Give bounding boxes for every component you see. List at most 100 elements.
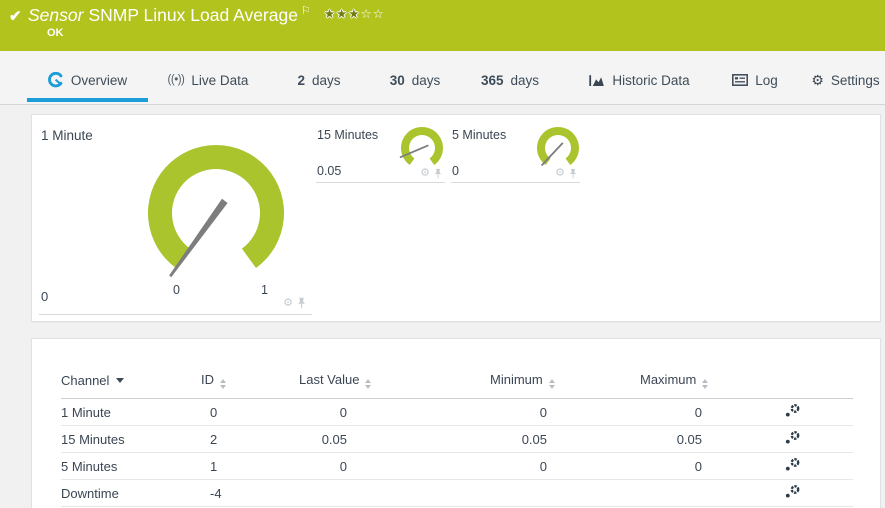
gauge-scale-min: 0: [173, 283, 180, 297]
gauge-title: 15 Minutes: [317, 128, 379, 142]
column-label: Channel: [61, 373, 110, 388]
sort-icon: [365, 379, 372, 389]
gauge-current-value: 0: [41, 289, 49, 304]
cell-id: -4: [201, 479, 291, 507]
cell-maximum: [557, 479, 712, 507]
area-chart-icon: [589, 74, 605, 86]
table-row: 5 Minutes 1 0 0 0: [61, 452, 853, 480]
cell-maximum: 0: [557, 398, 712, 426]
cell-id: 1: [201, 452, 291, 480]
active-tab-underline: [27, 98, 148, 102]
sort-icon: [548, 379, 555, 389]
gauge-current-value: 0.05: [317, 164, 342, 178]
gear-icon: ⚙: [811, 72, 824, 88]
gauge-scale-max: 1: [261, 283, 268, 297]
edit-channel-settings-icon[interactable]: [784, 430, 801, 448]
cell-minimum: 0.05: [357, 425, 557, 453]
flag-icon: ⚐: [300, 5, 311, 17]
sort-icon: [702, 379, 709, 389]
tab-log[interactable]: Log: [722, 51, 788, 104]
gauge-5-minutes[interactable]: 5 Minutes 0 ⚙: [451, 123, 580, 183]
cell-minimum: 0: [357, 452, 557, 480]
tab-historic-data[interactable]: Historic Data: [573, 51, 706, 104]
gauge-settings-gear-icon[interactable]: ⚙: [420, 168, 430, 179]
tab-label: Overview: [70, 72, 128, 88]
pin-icon[interactable]: [297, 297, 306, 309]
column-label: Maximum: [640, 372, 697, 387]
cell-channel[interactable]: 1 Minute: [61, 398, 201, 426]
cell-last-value: 0: [291, 452, 357, 480]
column-header-last-value[interactable]: Last Value: [291, 366, 372, 399]
priority-stars-filled[interactable]: ★★★: [324, 7, 361, 21]
edit-channel-settings-icon[interactable]: [784, 484, 801, 502]
gauge-15-minutes[interactable]: 15 Minutes 0.05 ⚙: [316, 123, 445, 183]
tab-2-days[interactable]: 2 days: [288, 51, 350, 104]
status-ok-check-icon: ✔: [9, 8, 22, 25]
gauge-dial: [148, 145, 284, 278]
cell-minimum: [357, 479, 557, 507]
gauge-settings-gear-icon[interactable]: ⚙: [555, 168, 565, 179]
cell-channel[interactable]: 5 Minutes: [61, 452, 201, 480]
pin-icon[interactable]: [569, 168, 577, 179]
channel-table: Channel ID Last Value Minimum Maximum 1 …: [61, 366, 853, 507]
tab-365-days[interactable]: 365 days: [473, 51, 547, 104]
column-label: Minimum: [490, 372, 543, 387]
column-header-channel[interactable]: Channel: [61, 366, 201, 399]
tab-label: Settings: [830, 72, 880, 88]
tab-label-number: 2: [297, 72, 305, 88]
sensor-title-line: Sensor SNMP Linux Load Average ⚐ ★★★☆☆: [28, 5, 385, 26]
gauge-dial: [399, 126, 443, 165]
edit-channel-settings-icon[interactable]: [784, 403, 801, 421]
tab-label: days: [311, 72, 341, 88]
gauge-toolbar: ⚙: [420, 168, 442, 179]
cell-maximum: 0: [557, 452, 712, 480]
cell-channel[interactable]: Downtime: [61, 479, 201, 507]
table-row: Downtime -4: [61, 479, 853, 507]
pin-icon[interactable]: [434, 168, 442, 179]
tab-live-data[interactable]: ((•)) Live Data: [158, 51, 258, 104]
priority-stars-empty[interactable]: ☆☆: [360, 7, 384, 21]
edit-channel-settings-icon[interactable]: [784, 457, 801, 475]
tab-settings[interactable]: ⚙ Settings: [806, 51, 885, 104]
cell-channel[interactable]: 15 Minutes: [61, 425, 201, 453]
page-title: SNMP Linux Load Average: [88, 5, 298, 25]
column-header-maximum[interactable]: Maximum: [557, 366, 712, 399]
cell-id: 2: [201, 425, 291, 453]
gauge-dial: [537, 126, 579, 167]
sort-icon: [220, 379, 226, 389]
column-label: ID: [201, 372, 214, 387]
table-header-row: Channel ID Last Value Minimum Maximum: [61, 366, 853, 399]
gauge-title: 1 Minute: [41, 128, 93, 143]
prtg-sensor-page: ✔ Sensor SNMP Linux Load Average ⚐ ★★★☆☆ OK…: [0, 0, 885, 508]
tab-label: days: [510, 72, 540, 88]
tab-label: Log: [755, 72, 778, 88]
tab-label: days: [411, 72, 441, 88]
cell-last-value: 0: [291, 398, 357, 426]
gauge-icon: [47, 72, 63, 88]
cell-minimum: 0: [357, 398, 557, 426]
tab-overview[interactable]: Overview: [27, 51, 148, 104]
gauge-settings-gear-icon[interactable]: ⚙: [283, 297, 293, 309]
sensor-type-label: Sensor: [28, 5, 84, 25]
log-list-icon: [732, 74, 749, 86]
gauge-title: 5 Minutes: [452, 128, 507, 142]
cell-last-value: 0.05: [291, 425, 357, 453]
column-header-actions: [712, 366, 853, 399]
gauge-toolbar: ⚙: [555, 168, 577, 179]
sensor-header: ✔ Sensor SNMP Linux Load Average ⚐ ★★★☆☆ OK: [0, 0, 885, 51]
gauge-1-minute[interactable]: 1 Minute 0 1 0 ⚙: [39, 125, 312, 315]
channels-panel: Channel ID Last Value Minimum Maximum 1 …: [31, 338, 881, 508]
status-badge: OK: [47, 27, 64, 39]
sorted-desc-icon: [116, 378, 125, 383]
column-header-id[interactable]: ID: [201, 366, 291, 399]
tab-label-number: 365: [480, 72, 504, 88]
cell-last-value: [291, 479, 357, 507]
gauges-panel: 1 Minute 0 1 0 ⚙ 15 Minutes 0.05 ⚙ 5 Min…: [31, 114, 881, 322]
table-row: 1 Minute 0 0 0 0: [61, 398, 853, 426]
priority-stars[interactable]: ★★★☆☆: [324, 7, 385, 21]
tab-label-number: 30: [389, 72, 405, 88]
column-label: Last Value: [299, 372, 360, 387]
column-header-minimum[interactable]: Minimum: [357, 366, 557, 399]
tab-30-days[interactable]: 30 days: [378, 51, 452, 104]
gauge-toolbar: ⚙: [283, 297, 306, 309]
